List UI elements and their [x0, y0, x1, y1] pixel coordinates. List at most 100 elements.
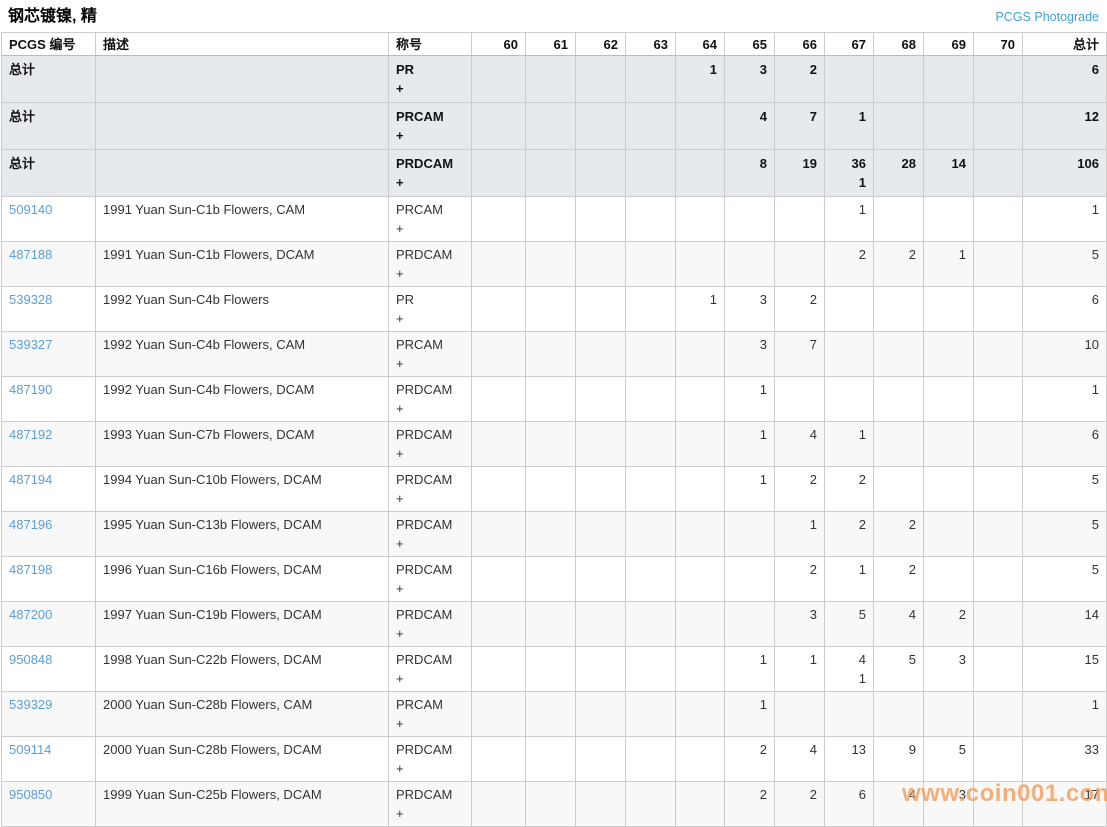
grade-cell-66: 7 [775, 332, 825, 377]
pcgs-number-link[interactable]: 487198 [9, 562, 52, 577]
pcgs-number-link[interactable]: 539328 [9, 292, 52, 307]
grade-cell-65: 2 [725, 782, 775, 827]
grade-count [533, 154, 568, 173]
grade-cell-61 [526, 103, 576, 150]
grade-cell-62 [576, 692, 626, 737]
grade-count [583, 60, 618, 79]
grade-count [479, 560, 518, 579]
grade-count [683, 650, 717, 669]
grade-count [732, 560, 767, 579]
grade-count: 1 [832, 200, 866, 219]
designation-cell: PRDCAM+ [389, 242, 472, 287]
pcgs-number-link[interactable]: 950848 [9, 652, 52, 667]
grade-cell-64 [676, 332, 725, 377]
grade-count: 5 [881, 650, 916, 669]
grade-cell-65: 3 [725, 287, 775, 332]
column-header: 64 [676, 33, 725, 56]
grade-cell-68 [874, 103, 924, 150]
grade-count [931, 560, 966, 579]
photograde-link[interactable]: PCGS Photograde [995, 10, 1099, 24]
pcgs-number-cell: 950850 [2, 782, 96, 827]
grade-count [533, 650, 568, 669]
designation-cell: PRDCAM+ [389, 467, 472, 512]
grade-cell-64 [676, 557, 725, 602]
grade-count [981, 60, 1015, 79]
grade-count [732, 245, 767, 264]
grade-count [479, 107, 518, 126]
grade-count [633, 515, 668, 534]
designation-label: PRDCAM [396, 245, 464, 264]
pcgs-number-link[interactable]: 487190 [9, 382, 52, 397]
grade-cell-69: 1 [924, 242, 974, 287]
grade-count [782, 695, 817, 714]
pcgs-number-link[interactable]: 509114 [9, 742, 51, 757]
summary-label: 总计 [9, 62, 35, 77]
grade-cell-67: 1 [825, 557, 874, 602]
grade-count: 4 [782, 425, 817, 444]
grade-cell-61 [526, 422, 576, 467]
grade-count [832, 695, 866, 714]
grade-count [583, 785, 618, 804]
description-cell: 2000 Yuan Sun-C28b Flowers, CAM [96, 692, 389, 737]
grade-cell-60 [472, 512, 526, 557]
grade-cell-65: 1 [725, 377, 775, 422]
grade-cell-66: 4 [775, 422, 825, 467]
grade-cell-62 [576, 332, 626, 377]
grade-cell-66: 2 [775, 782, 825, 827]
grade-cell-61 [526, 512, 576, 557]
grade-cell-63 [626, 512, 676, 557]
grade-count [981, 560, 1015, 579]
grade-count: 2 [881, 245, 916, 264]
grade-cell-64 [676, 103, 725, 150]
description-cell: 1999 Yuan Sun-C25b Flowers, DCAM [96, 782, 389, 827]
pcgs-number-link[interactable]: 487192 [9, 427, 52, 442]
grade-count [533, 470, 568, 489]
grade-cell-64 [676, 377, 725, 422]
grade-cell-60 [472, 103, 526, 150]
description-cell [96, 56, 389, 103]
pcgs-number-cell: 487194 [2, 467, 96, 512]
grade-count [583, 425, 618, 444]
grade-cell-67 [825, 692, 874, 737]
grade-cell-67: 41 [825, 647, 874, 692]
grade-count [981, 107, 1015, 126]
grade-cell-70 [974, 242, 1023, 287]
total-cell: 5 [1023, 512, 1107, 557]
grade-cell-65: 1 [725, 692, 775, 737]
grade-count [683, 154, 717, 173]
pcgs-number-link[interactable]: 487188 [9, 247, 52, 262]
grade-cell-64 [676, 242, 725, 287]
grade-cell-62 [576, 103, 626, 150]
pcgs-number-link[interactable]: 950850 [9, 787, 52, 802]
description-cell: 2000 Yuan Sun-C28b Flowers, DCAM [96, 737, 389, 782]
grade-count: 2 [931, 605, 966, 624]
grade-cell-65 [725, 242, 775, 287]
grade-cell-66 [775, 692, 825, 737]
grade-cell-65: 1 [725, 422, 775, 467]
grade-count [981, 695, 1015, 714]
designation-plus-label: + [396, 354, 464, 373]
pcgs-number-link[interactable]: 539329 [9, 697, 52, 712]
grade-count [832, 60, 866, 79]
grade-cell-67: 361 [825, 150, 874, 197]
grade-count [881, 425, 916, 444]
pcgs-number-link[interactable]: 539327 [9, 337, 52, 352]
designation-cell: PR+ [389, 287, 472, 332]
grade-cell-64 [676, 512, 725, 557]
grade-cell-62 [576, 782, 626, 827]
pcgs-number-link[interactable]: 487194 [9, 472, 52, 487]
pcgs-number-link[interactable]: 509140 [9, 202, 52, 217]
grade-cell-64: 1 [676, 56, 725, 103]
grade-count [533, 605, 568, 624]
grade-count [533, 695, 568, 714]
grade-cell-63 [626, 150, 676, 197]
pcgs-number-link[interactable]: 487196 [9, 517, 52, 532]
summary-row: 总计PRDCAM+8193612814106 [2, 150, 1107, 197]
designation-label: PRCAM [396, 107, 464, 126]
pcgs-number-link[interactable]: 487200 [9, 607, 52, 622]
grade-count: 2 [832, 470, 866, 489]
grade-count [881, 470, 916, 489]
grade-cell-70 [974, 150, 1023, 197]
grade-count [981, 470, 1015, 489]
grade-count: 3 [931, 650, 966, 669]
